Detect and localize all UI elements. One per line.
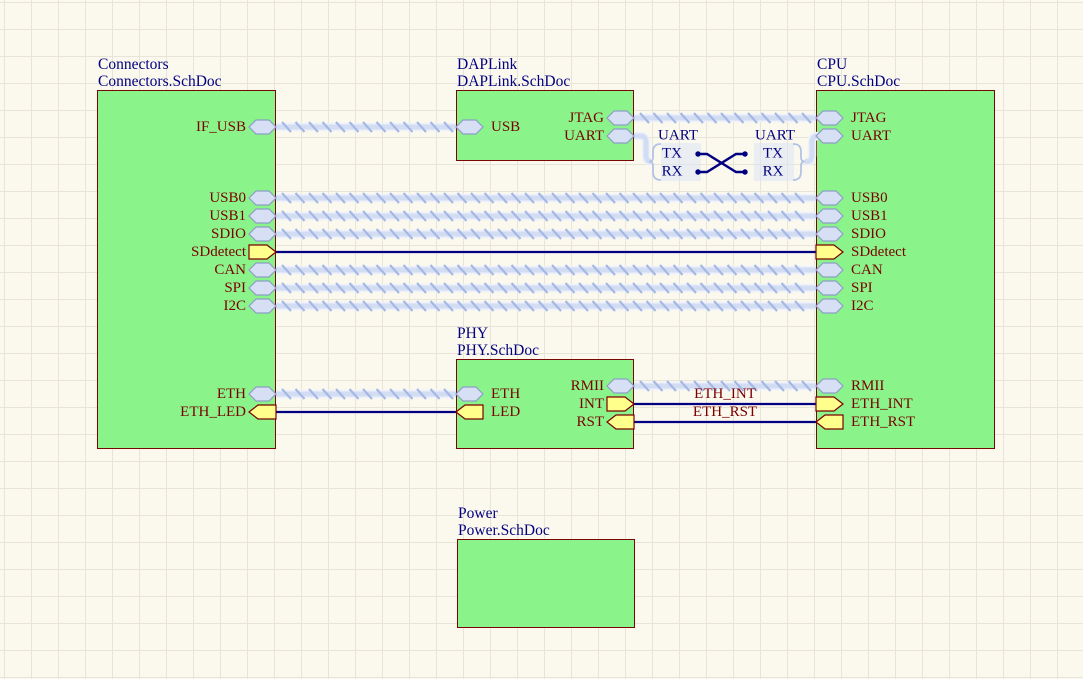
port-cpu-sdio[interactable] [816, 227, 843, 241]
port-label-eth_led: ETH_LED [46, 403, 246, 421]
sheet-title[interactable]: Power [458, 505, 550, 522]
sheet-filename[interactable]: Power.SchDoc [458, 522, 550, 539]
port-cpu-can[interactable] [816, 263, 843, 277]
harness-label-uart-right[interactable]: UART [755, 129, 795, 144]
wire-layer [0, 0, 1083, 679]
port-label-usb0: USB0 [46, 189, 246, 207]
harness-pin-tx-left[interactable]: TX [662, 147, 682, 162]
harness-pin-rx-right[interactable]: RX [763, 165, 784, 180]
sheet-titles-daplink: DAPLinkDAPLink.SchDoc [457, 56, 570, 90]
port-label-usb0: USB0 [851, 189, 888, 207]
port-cpu-usb0[interactable] [816, 191, 843, 205]
sheet-title[interactable]: CPU [817, 56, 900, 73]
port-label-rmii: RMII [404, 377, 604, 395]
port-label-jtag: JTAG [404, 109, 604, 127]
harness-pin-rx-left[interactable]: RX [662, 165, 683, 180]
port-label-spi: SPI [46, 279, 246, 297]
junction-dot [695, 169, 700, 174]
sheet-title[interactable]: DAPLink [457, 56, 570, 73]
port-daplink-uart[interactable] [607, 129, 634, 143]
port-label-spi: SPI [851, 279, 873, 297]
port-cpu-eth_rst[interactable] [816, 415, 843, 429]
port-connectors-sdio[interactable] [249, 227, 276, 241]
port-label-usb1: USB1 [851, 207, 888, 225]
harness-pin-tx-right[interactable]: TX [763, 147, 783, 162]
port-connectors-sddetect[interactable] [249, 245, 276, 259]
port-label-i2c: I2C [851, 297, 874, 315]
port-cpu-eth_int[interactable] [816, 397, 843, 411]
sheet-title[interactable]: Connectors [98, 56, 222, 73]
port-cpu-uart[interactable] [816, 129, 843, 143]
port-connectors-usb0[interactable] [249, 191, 276, 205]
sheet-filename[interactable]: DAPLink.SchDoc [457, 73, 570, 90]
sheet-title[interactable]: PHY [457, 325, 539, 342]
port-label-sdio: SDIO [851, 225, 886, 243]
port-label-usb1: USB1 [46, 207, 246, 225]
port-connectors-can[interactable] [249, 263, 276, 277]
port-label-uart: UART [851, 127, 891, 145]
port-connectors-i2c[interactable] [249, 299, 276, 313]
harness-brace-left [649, 144, 661, 180]
port-label-sdio: SDIO [46, 225, 246, 243]
port-daplink-jtag[interactable] [607, 111, 634, 125]
port-label-sddetect: SDdetect [851, 243, 906, 261]
port-label-jtag: JTAG [851, 109, 886, 127]
schematic-canvas: ConnectorsConnectors.SchDoc DAPLinkDAPLin… [0, 0, 1083, 679]
port-phy-rst[interactable] [607, 415, 634, 429]
port-label-if_usb: IF_USB [46, 118, 246, 136]
sheet-filename[interactable]: Connectors.SchDoc [98, 73, 222, 90]
net-label-eth_int[interactable]: ETH_INT [694, 387, 756, 402]
sheet-titles-connectors: ConnectorsConnectors.SchDoc [98, 56, 222, 90]
port-label-sddetect: SDdetect [46, 243, 246, 261]
sheet-filename[interactable]: PHY.SchDoc [457, 342, 539, 359]
port-phy-rmii[interactable] [607, 379, 634, 393]
port-label-eth_rst: ETH_RST [851, 413, 915, 431]
sheet-titles-power: PowerPower.SchDoc [458, 505, 550, 539]
net-label-eth_rst[interactable]: ETH_RST [693, 405, 757, 420]
port-label-rst: RST [404, 413, 604, 431]
port-phy-int[interactable] [607, 397, 634, 411]
sheet-filename[interactable]: CPU.SchDoc [817, 73, 900, 90]
junction-dot [695, 151, 700, 156]
port-label-eth: ETH [46, 385, 246, 403]
port-label-rmii: RMII [851, 377, 884, 395]
port-cpu-spi[interactable] [816, 281, 843, 295]
port-connectors-eth[interactable] [249, 387, 276, 401]
port-connectors-eth_led[interactable] [249, 405, 276, 419]
port-connectors-if_usb[interactable] [249, 120, 276, 134]
junction-dot [742, 151, 747, 156]
port-cpu-i2c[interactable] [816, 299, 843, 313]
port-connectors-spi[interactable] [249, 281, 276, 295]
sheet-titles-phy: PHYPHY.SchDoc [457, 325, 539, 359]
port-label-eth_int: ETH_INT [851, 395, 913, 413]
wire-uart-rx-tx[interactable] [698, 154, 745, 172]
port-cpu-usb1[interactable] [816, 209, 843, 223]
port-cpu-jtag[interactable] [816, 111, 843, 125]
port-label-can: CAN [46, 261, 246, 279]
sheet-titles-cpu: CPUCPU.SchDoc [817, 56, 900, 90]
port-cpu-rmii[interactable] [816, 379, 843, 393]
junction-dot [742, 169, 747, 174]
port-label-uart: UART [404, 127, 604, 145]
harness-label-uart-left[interactable]: UART [658, 129, 698, 144]
port-label-can: CAN [851, 261, 883, 279]
harness-brace-right [793, 144, 805, 180]
port-connectors-usb1[interactable] [249, 209, 276, 223]
port-label-i2c: I2C [46, 297, 246, 315]
port-cpu-sddetect[interactable] [816, 245, 843, 259]
port-label-int: INT [404, 395, 604, 413]
